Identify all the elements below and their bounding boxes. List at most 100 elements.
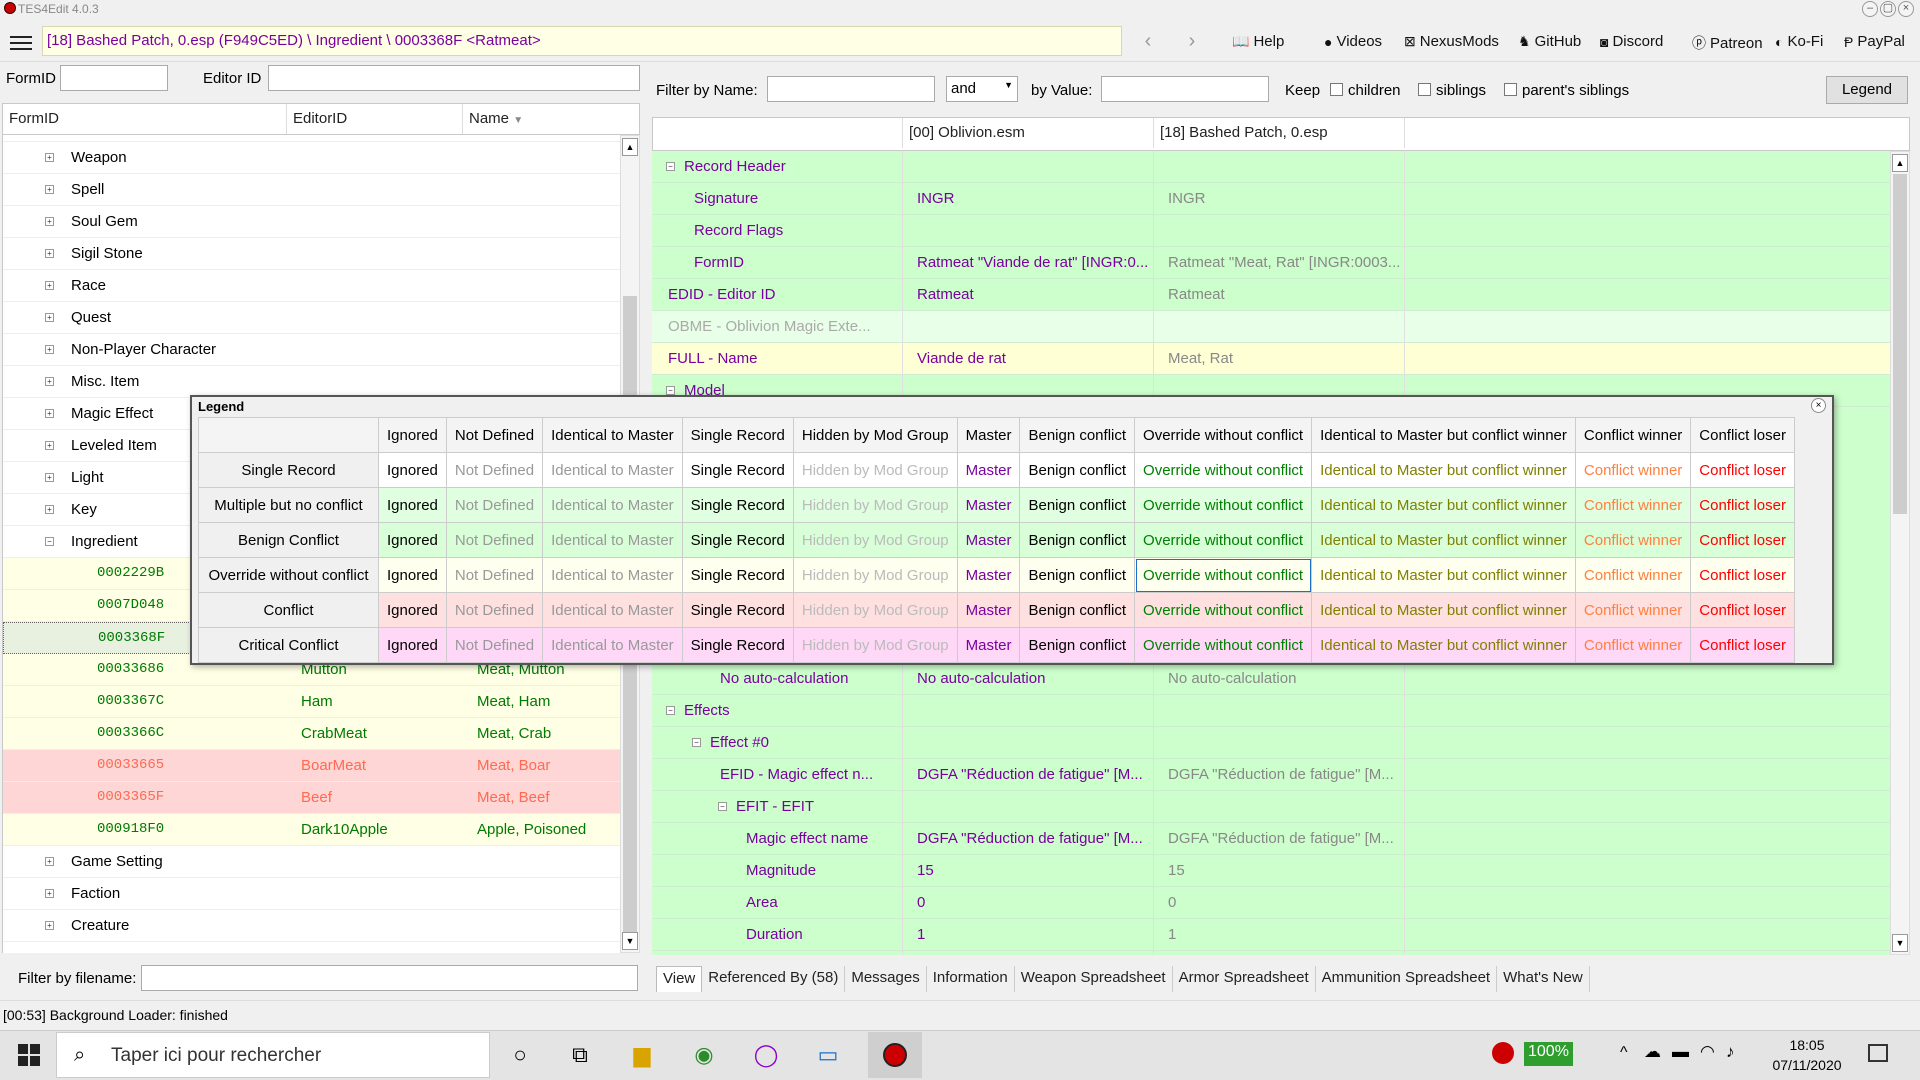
browser-icon[interactable]: ◯ bbox=[750, 1042, 782, 1068]
toplink-patreon[interactable]: ⓟ Patreon bbox=[1692, 33, 1763, 53]
record-field-row[interactable]: − EFIT - EFIT bbox=[652, 791, 1890, 823]
column-oblivion-esm[interactable]: [00] Oblivion.esm bbox=[903, 118, 1154, 148]
expand-icon[interactable]: + bbox=[45, 473, 54, 482]
column-formid[interactable]: FormID bbox=[3, 104, 287, 134]
filter-value-input[interactable] bbox=[1101, 76, 1269, 102]
editorid-input[interactable] bbox=[268, 65, 640, 91]
record-row[interactable]: 0003366C CrabMeat Meat, Crab bbox=[3, 718, 620, 750]
toplink-paypal[interactable]: Ᵽ PayPal bbox=[1844, 33, 1905, 50]
battery-icon[interactable]: ▬ bbox=[1672, 1042, 1689, 1062]
tree-group[interactable]: + Misc. Item bbox=[3, 366, 620, 398]
expand-icon[interactable]: + bbox=[45, 185, 54, 194]
tree-group[interactable]: +Worldspace bbox=[3, 135, 620, 142]
record-field-row[interactable]: Area 0 0 bbox=[652, 887, 1890, 919]
taskbar-search[interactable]: Taper ici pour rechercher bbox=[56, 1032, 490, 1078]
tree-group[interactable]: + Creature bbox=[3, 910, 620, 942]
forward-arrow-icon[interactable]: › bbox=[1180, 30, 1204, 53]
scroll-thumb[interactable] bbox=[1893, 174, 1907, 514]
tab-0[interactable]: View bbox=[656, 966, 703, 992]
record-field-row[interactable]: Record Flags bbox=[652, 215, 1890, 247]
expand-icon[interactable]: + bbox=[45, 409, 54, 418]
file-explorer-icon[interactable]: ▆ bbox=[626, 1042, 658, 1068]
toplink-help[interactable]: 📖 Help bbox=[1232, 33, 1284, 50]
collapse-icon[interactable]: − bbox=[666, 162, 675, 171]
expand-icon[interactable]: + bbox=[45, 857, 54, 866]
expand-icon[interactable]: + bbox=[45, 441, 54, 450]
record-field-row[interactable]: Magic effect name DGFA "Réduction de fati… bbox=[652, 823, 1890, 855]
expand-icon[interactable]: + bbox=[45, 217, 54, 226]
children-checkbox[interactable] bbox=[1330, 83, 1343, 96]
expand-icon[interactable]: + bbox=[45, 377, 54, 386]
tree-group[interactable]: + Sigil Stone bbox=[3, 238, 620, 270]
record-scrollbar[interactable]: ▲ ▼ bbox=[1890, 151, 1910, 955]
toplink-ko-fi[interactable]: ◐ Ko-Fi bbox=[1775, 33, 1823, 50]
collapse-icon[interactable]: − bbox=[666, 706, 675, 715]
tab-4[interactable]: Weapon Spreadsheet bbox=[1015, 966, 1173, 992]
toplink-discord[interactable]: ◙ Discord bbox=[1600, 33, 1663, 50]
tab-1[interactable]: Referenced By (58) bbox=[702, 966, 846, 992]
windows-start-icon[interactable] bbox=[18, 1044, 40, 1066]
task-view-icon[interactable]: ⧉ bbox=[564, 1042, 596, 1068]
record-field-row[interactable]: OBME - Oblivion Magic Exte... bbox=[652, 311, 1890, 343]
cloud-icon[interactable]: ☁ bbox=[1644, 1042, 1661, 1062]
record-field-row[interactable]: FormID Ratmeat "Viande de rat" [INGR:0...… bbox=[652, 247, 1890, 279]
toplink-github[interactable]: ♞ GitHub bbox=[1518, 33, 1581, 50]
formid-input[interactable] bbox=[60, 65, 168, 91]
toplink-nexusmods[interactable]: ⊠ NexusMods bbox=[1404, 33, 1499, 50]
tab-6[interactable]: Ammunition Spreadsheet bbox=[1316, 966, 1498, 992]
record-field-row[interactable]: Magnitude 15 15 bbox=[652, 855, 1890, 887]
tree-group[interactable]: + Weapon bbox=[3, 142, 620, 174]
tab-3[interactable]: Information bbox=[927, 966, 1015, 992]
scroll-down-icon[interactable]: ▼ bbox=[1892, 934, 1908, 952]
menu-icon[interactable] bbox=[10, 36, 32, 50]
logic-select[interactable]: and ▼ bbox=[946, 76, 1018, 102]
record-field-row[interactable]: EDID - Editor ID Ratmeat Ratmeat bbox=[652, 279, 1890, 311]
toplink-videos[interactable]: ● Videos bbox=[1324, 33, 1382, 50]
parents-siblings-checkbox[interactable] bbox=[1504, 83, 1517, 96]
column-bashed-patch[interactable]: [18] Bashed Patch, 0.esp bbox=[1154, 118, 1405, 148]
back-arrow-icon[interactable]: ‹ bbox=[1136, 30, 1160, 53]
record-field-row[interactable]: EFID - Magic effect n... DGFA "Réduction … bbox=[652, 759, 1890, 791]
legend-close-icon[interactable]: × bbox=[1811, 398, 1826, 413]
tree-group[interactable]: + Soul Gem bbox=[3, 206, 620, 238]
record-row[interactable]: 0003367C Ham Meat, Ham bbox=[3, 686, 620, 718]
record-field-row[interactable]: FULL - Name Viande de rat Meat, Rat bbox=[652, 343, 1890, 375]
wifi-icon[interactable]: ◠ bbox=[1700, 1042, 1715, 1062]
record-field-row[interactable]: − Effects bbox=[652, 695, 1890, 727]
clock[interactable]: 18:05 07/11/2020 bbox=[1752, 1035, 1862, 1075]
chevron-up-icon[interactable]: ^ bbox=[1620, 1044, 1628, 1062]
expand-icon[interactable]: + bbox=[45, 313, 54, 322]
scroll-up-icon[interactable]: ▲ bbox=[622, 138, 638, 156]
collapse-icon[interactable]: − bbox=[666, 386, 675, 395]
tree-group[interactable]: + Spell bbox=[3, 174, 620, 206]
tray-app-icon[interactable] bbox=[1492, 1042, 1514, 1064]
filter-name-input[interactable] bbox=[767, 76, 935, 102]
collapse-icon[interactable]: − bbox=[45, 537, 54, 546]
chrome-icon[interactable]: ◉ bbox=[688, 1042, 720, 1068]
tree-group[interactable]: + Quest bbox=[3, 302, 620, 334]
column-name[interactable]: Name ▼ bbox=[463, 104, 623, 134]
siblings-checkbox[interactable] bbox=[1418, 83, 1431, 96]
scroll-down-icon[interactable]: ▼ bbox=[622, 932, 638, 950]
expand-icon[interactable]: + bbox=[45, 281, 54, 290]
record-field-row[interactable]: No auto-calculation No auto-calculation No… bbox=[652, 663, 1890, 695]
speaker-icon[interactable]: ♪ bbox=[1726, 1042, 1735, 1062]
record-row[interactable]: 00033665 BoarMeat Meat, Boar bbox=[3, 750, 620, 782]
tree-group[interactable]: + Non-Player Character bbox=[3, 334, 620, 366]
scroll-up-icon[interactable]: ▲ bbox=[1892, 154, 1908, 172]
record-field-row[interactable]: Signature INGR INGR bbox=[652, 183, 1890, 215]
record-row[interactable]: 0003365F Beef Meat, Beef bbox=[3, 782, 620, 814]
close-button[interactable]: × bbox=[1898, 1, 1914, 17]
tab-5[interactable]: Armor Spreadsheet bbox=[1173, 966, 1316, 992]
record-field-row[interactable]: − Record Header bbox=[652, 151, 1890, 183]
tree-group[interactable]: + Game Setting bbox=[3, 846, 620, 878]
tab-7[interactable]: What's New bbox=[1497, 966, 1590, 992]
filter-filename-input[interactable] bbox=[141, 965, 638, 991]
tes4edit-taskbar-button[interactable] bbox=[868, 1032, 922, 1078]
expand-icon[interactable]: + bbox=[45, 921, 54, 930]
tree-group[interactable]: + Faction bbox=[3, 878, 620, 910]
expand-icon[interactable]: + bbox=[45, 345, 54, 354]
expand-icon[interactable]: + bbox=[45, 153, 54, 162]
expand-icon[interactable]: + bbox=[45, 505, 54, 514]
tree-group[interactable]: + Race bbox=[3, 270, 620, 302]
